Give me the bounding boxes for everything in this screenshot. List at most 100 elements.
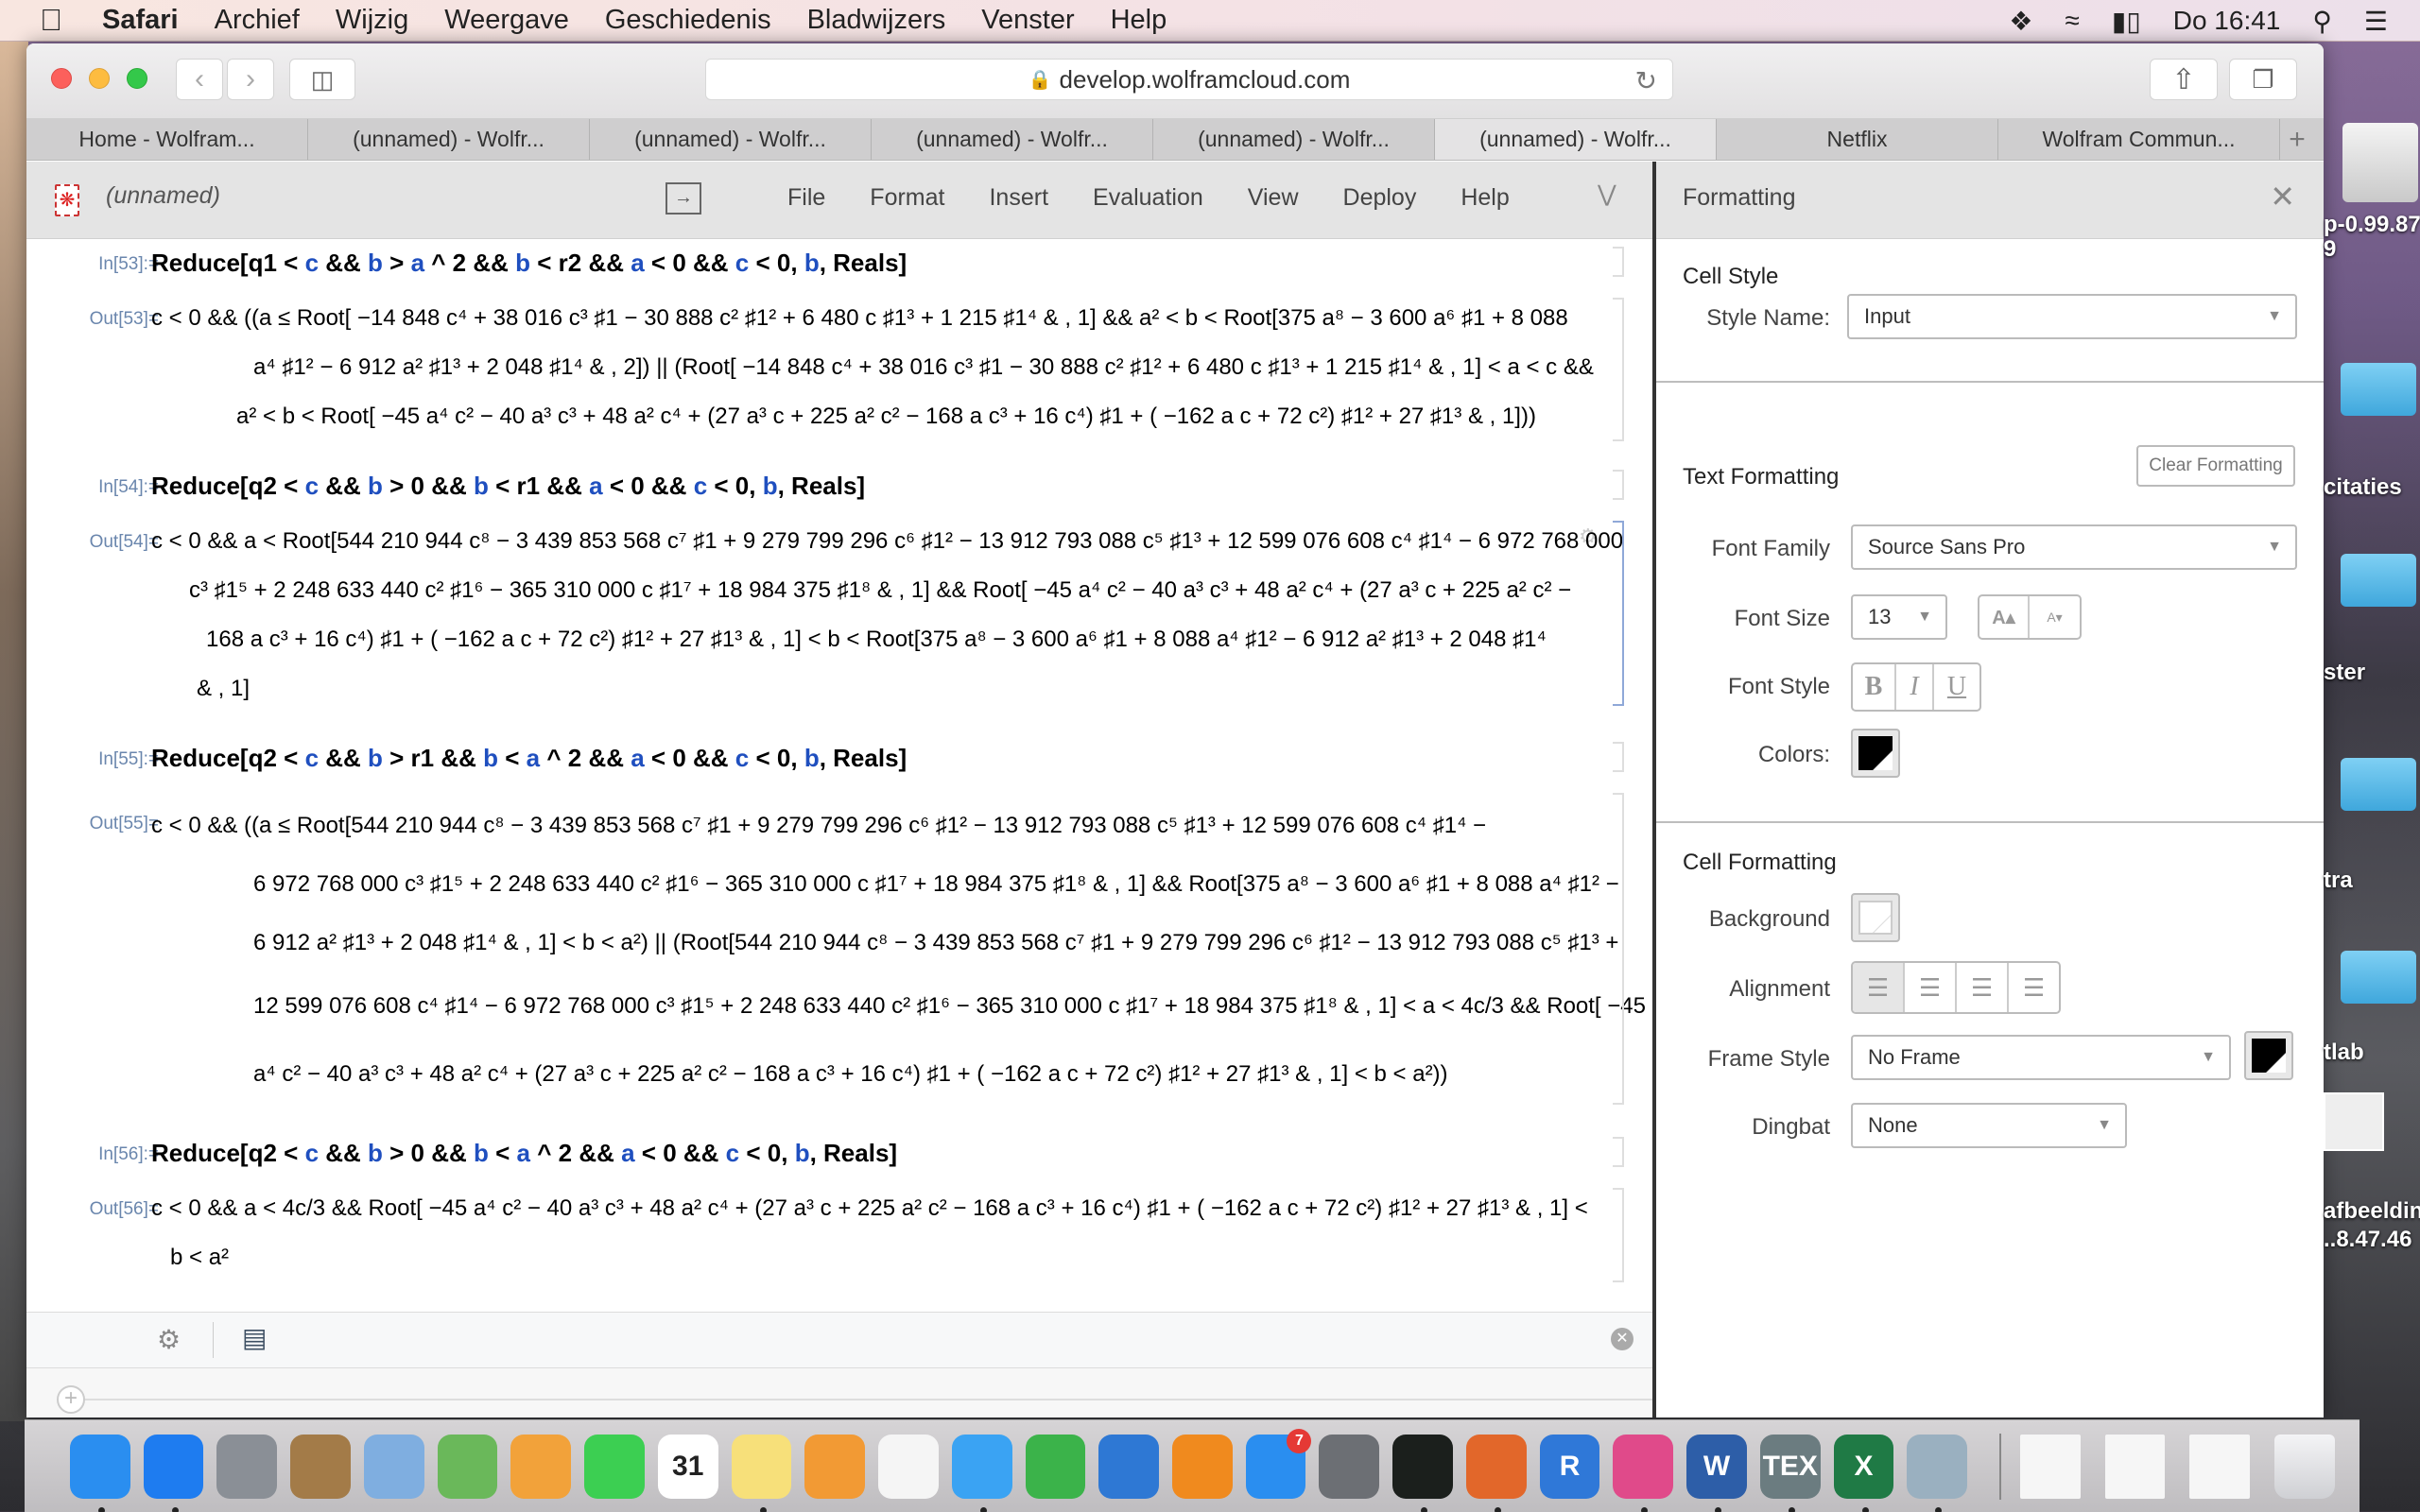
menu-help[interactable]: Help: [1111, 5, 1167, 36]
input-cell[interactable]: Reduce[q2 < c && b > 0 && b < r1 && a < …: [151, 472, 865, 501]
output-bracket-selected[interactable]: [1613, 521, 1624, 706]
tab-unnamed-2[interactable]: (unnamed) - Wolfr...: [590, 119, 872, 160]
comment-icon[interactable]: ▤: [242, 1322, 267, 1353]
spotlight-search-icon[interactable]: ⚲: [2312, 6, 2332, 37]
align-center-button[interactable]: ☰: [1905, 963, 1957, 1012]
address-bar[interactable]: 🔒 develop.wolframcloud.com ↻: [705, 59, 1673, 100]
more-chevron-icon[interactable]: ⋁: [1598, 180, 1616, 208]
close-window-button[interactable]: [51, 68, 72, 89]
tab-home-wolfram[interactable]: Home - Wolfram...: [26, 119, 308, 160]
menu-app-name[interactable]: Safari: [102, 5, 179, 36]
document-icon[interactable]: [2019, 1434, 2081, 1499]
activity-monitor-icon[interactable]: [1392, 1434, 1453, 1512]
notebook-title[interactable]: (unnamed): [106, 182, 220, 210]
excel-icon[interactable]: X: [1833, 1434, 1894, 1512]
output-cell[interactable]: c < 0 && ((a ≤ Root[ −14 848 c⁴ + 38 016…: [151, 294, 1594, 441]
dingbat-select[interactable]: None ▼: [1851, 1103, 2127, 1148]
italic-button[interactable]: I: [1896, 664, 1934, 710]
output-cell[interactable]: c < 0 && ((a ≤ Root[544 210 944 c⁸ − 3 4…: [151, 797, 1646, 1108]
desktop-label[interactable]: p-0.99.87: [2324, 212, 2420, 238]
tab-wolfram-community[interactable]: Wolfram Commun...: [1998, 119, 2280, 160]
wifi-icon[interactable]: ≈: [2066, 6, 2080, 36]
underline-button[interactable]: U: [1934, 664, 1979, 710]
desktop-label[interactable]: ster: [2324, 660, 2365, 686]
align-justify-button[interactable]: ☰: [2009, 963, 2059, 1012]
document-icon[interactable]: [2189, 1434, 2251, 1499]
word-icon[interactable]: W: [1686, 1434, 1747, 1512]
folder-icon[interactable]: [2341, 554, 2416, 607]
clock[interactable]: Do 16:41: [2173, 6, 2281, 36]
share-button[interactable]: ⇧: [2150, 59, 2218, 100]
wolfram-logo-icon[interactable]: ❋: [55, 184, 79, 216]
align-right-button[interactable]: ☰: [1957, 963, 2009, 1012]
trash-icon[interactable]: [2274, 1434, 2335, 1499]
nb-menu-evaluation[interactable]: Evaluation: [1093, 184, 1203, 212]
cell-bracket[interactable]: [1613, 470, 1624, 500]
menu-bladwijzers[interactable]: Bladwijzers: [807, 5, 946, 36]
keynote-icon[interactable]: [1098, 1434, 1160, 1499]
disk-image-icon[interactable]: [2342, 123, 2418, 202]
messages-icon[interactable]: [951, 1434, 1012, 1512]
r-icon[interactable]: R: [1539, 1434, 1600, 1499]
dropbox-icon[interactable]: ❖: [2009, 6, 2032, 37]
nb-menu-deploy[interactable]: Deploy: [1343, 184, 1417, 212]
align-left-button[interactable]: ☰: [1853, 963, 1905, 1012]
battery-icon[interactable]: ▮▯: [2112, 6, 2141, 37]
add-cell-button[interactable]: +: [57, 1385, 85, 1414]
reload-icon[interactable]: ↻: [1635, 65, 1657, 96]
matlab-icon[interactable]: [1465, 1434, 1527, 1512]
settings-gear-icon[interactable]: ⚙: [157, 1324, 181, 1355]
input-cell[interactable]: Reduce[q2 < c && b > 0 && b < a ^ 2 && a…: [151, 1139, 897, 1168]
facetime-icon[interactable]: [584, 1434, 645, 1499]
input-cell[interactable]: Reduce[q2 < c && b > r1 && b < a ^ 2 && …: [151, 744, 907, 773]
appstore-icon[interactable]: 7: [1245, 1428, 1312, 1499]
contacts-icon[interactable]: [290, 1434, 351, 1499]
preview-icon[interactable]: [1907, 1434, 1968, 1512]
desktop-label[interactable]: tra: [2324, 868, 2353, 894]
frame-color-swatch[interactable]: [2244, 1031, 2293, 1080]
menu-geschiedenis[interactable]: Geschiedenis: [605, 5, 771, 36]
show-tabs-button[interactable]: ❐: [2229, 59, 2297, 100]
tab-unnamed-4[interactable]: (unnamed) - Wolfr...: [1153, 119, 1435, 160]
tab-unnamed-1[interactable]: (unnamed) - Wolfr...: [308, 119, 590, 160]
calendar-icon[interactable]: 31: [657, 1434, 718, 1499]
system-preferences-icon[interactable]: [1319, 1434, 1380, 1499]
output-cell[interactable]: c < 0 && a < 4c/3 && Root[ −45 a⁴ c² − 4…: [151, 1184, 1588, 1282]
nb-menu-file[interactable]: File: [787, 184, 825, 212]
output-bracket[interactable]: [1613, 298, 1624, 441]
font-family-select[interactable]: Source Sans Pro ▼: [1851, 524, 2297, 570]
text-color-swatch[interactable]: [1851, 729, 1900, 778]
menu-venster[interactable]: Venster: [981, 5, 1074, 36]
itunes-icon[interactable]: [1613, 1434, 1674, 1512]
output-bracket[interactable]: [1613, 793, 1624, 1105]
safari-icon[interactable]: [143, 1434, 204, 1512]
nb-menu-help[interactable]: Help: [1461, 184, 1509, 212]
forward-button[interactable]: ›: [227, 59, 274, 100]
desktop-label[interactable]: ..8.47.46: [2324, 1227, 2411, 1253]
document-icon[interactable]: [2104, 1434, 2166, 1499]
notes-icon[interactable]: [731, 1434, 792, 1512]
frame-style-select[interactable]: No Frame ▼: [1851, 1035, 2231, 1080]
back-button[interactable]: ‹: [176, 59, 223, 100]
menu-wijzig[interactable]: Wijzig: [336, 5, 408, 36]
tab-unnamed-3[interactable]: (unnamed) - Wolfr...: [872, 119, 1153, 160]
cell-bracket[interactable]: [1613, 247, 1624, 277]
close-toolbar-icon[interactable]: ✕: [1611, 1328, 1634, 1350]
minimize-window-button[interactable]: [89, 68, 110, 89]
tex-icon[interactable]: TEX: [1759, 1434, 1821, 1512]
decrease-font-size-button[interactable]: A▾: [2030, 596, 2080, 638]
desktop-label[interactable]: tlab: [2324, 1040, 2364, 1066]
desktop-label[interactable]: citaties: [2324, 474, 2402, 501]
presenter-icon[interactable]: →: [666, 182, 701, 215]
menu-weergave[interactable]: Weergave: [444, 5, 569, 36]
close-panel-icon[interactable]: ✕: [2270, 179, 2295, 215]
sidebar-toggle-button[interactable]: ◫: [289, 59, 355, 100]
style-name-select[interactable]: Input ▼: [1847, 294, 2297, 339]
output-cell[interactable]: c < 0 && a < Root[544 210 944 c⁸ − 3 439…: [151, 517, 1623, 713]
ibooks-icon[interactable]: [1172, 1434, 1233, 1499]
folder-icon[interactable]: [2341, 363, 2416, 416]
apple-menu-icon[interactable]: : [40, 3, 68, 38]
font-size-select[interactable]: 13 ▼: [1851, 594, 1947, 640]
numbers-icon[interactable]: [1025, 1434, 1086, 1499]
menu-archief[interactable]: Archief: [215, 5, 300, 36]
